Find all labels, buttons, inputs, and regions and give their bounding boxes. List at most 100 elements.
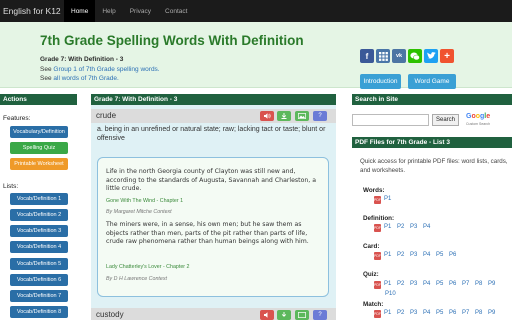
context-source-link[interactable]: Gone With The Wind - Chapter 1 xyxy=(106,198,183,204)
pdf-link[interactable]: P6 xyxy=(449,252,459,260)
image-icon[interactable] xyxy=(295,111,309,121)
word-list: crude ? a. being in an unrefined or natu… xyxy=(91,105,336,320)
list-button-8[interactable]: Vocab/Definition 8 xyxy=(10,306,68,318)
facebook-icon[interactable]: f xyxy=(360,49,374,63)
list-button-4[interactable]: Vocab/Definition 4 xyxy=(10,241,68,253)
pdf-link[interactable]: P1 xyxy=(384,252,394,260)
twitter-icon[interactable] xyxy=(424,49,438,63)
pdf-link[interactable]: P9 xyxy=(488,281,498,289)
definition-text: a. being in an unrefined or natural stat… xyxy=(97,126,326,142)
context-box: Life in the north Georgia county of Clay… xyxy=(97,157,329,297)
context-sentence: Life in the north Georgia county of Clay… xyxy=(106,168,317,192)
pdf-link[interactable]: P2 xyxy=(397,252,407,260)
pdf-icon: PDF xyxy=(374,224,381,232)
header: 7th Grade Spelling Words With Definition… xyxy=(0,22,512,89)
help-icon[interactable]: ? xyxy=(313,310,327,320)
pdf-link[interactable]: P9 xyxy=(488,310,498,318)
nav-help[interactable]: Help xyxy=(95,0,122,22)
pdf-link[interactable]: P1 xyxy=(384,196,394,204)
spelling-quiz-button[interactable]: Spelling Quiz xyxy=(10,142,68,154)
list-button-7[interactable]: Vocab/Definition 7 xyxy=(10,290,68,302)
google-custom-search-label: Custom Search xyxy=(466,122,491,126)
grid-icon[interactable] xyxy=(376,49,390,63)
audio-icon[interactable] xyxy=(260,310,274,320)
word-text: crude xyxy=(96,111,117,120)
search-input[interactable] xyxy=(352,114,429,126)
search-title: Search in Site xyxy=(352,94,512,105)
pdf-links: PDF P1 P2 P3 P4 P5 P6 P7 P8 P9 xyxy=(374,310,498,318)
see-group-line: See Group 1 of 7th Grade spelling words. xyxy=(40,66,160,73)
all-words-link[interactable]: all words of 7th Grade. xyxy=(53,75,118,82)
nav-contact[interactable]: Contact xyxy=(158,0,194,22)
help-icon[interactable]: ? xyxy=(313,111,327,121)
features-label: Features: xyxy=(3,115,31,122)
pdf-link[interactable]: P8 xyxy=(475,281,485,289)
pdf-link[interactable]: P3 xyxy=(410,224,420,232)
audio-icon[interactable] xyxy=(260,111,274,121)
pdf-icon: PDF xyxy=(374,281,381,289)
download-icon[interactable] xyxy=(277,310,291,320)
pdf-icon: PDF xyxy=(374,196,381,204)
wechat-icon[interactable] xyxy=(408,49,422,63)
introduction-button[interactable]: Introduction xyxy=(360,74,401,89)
google-logo: Google xyxy=(466,113,491,120)
list-button-2[interactable]: Vocab/Definition 2 xyxy=(10,209,68,221)
pdf-link[interactable]: P8 xyxy=(475,310,485,318)
pdf-link[interactable]: P6 xyxy=(449,310,459,318)
category-label: Words: xyxy=(363,187,385,194)
pdf-link[interactable]: P1 xyxy=(384,310,394,318)
search-button[interactable]: Search xyxy=(432,114,459,126)
pdf-link[interactable]: P5 xyxy=(436,281,446,289)
pdf-link[interactable]: P2 xyxy=(397,310,407,318)
context-sentence: The miners were, in a sense, his own men… xyxy=(106,221,309,245)
middle-title: Grade 7: With Definition - 3 xyxy=(91,94,336,105)
group-link[interactable]: Group 1 of 7th Grade spelling words. xyxy=(53,66,159,73)
pdf-link[interactable]: P2 xyxy=(397,281,407,289)
pdf-link[interactable]: P7 xyxy=(462,310,472,318)
pdf-links: PDF P1 P2 P3 P4 P5 P6 xyxy=(374,252,459,260)
word-header: custody ? xyxy=(91,308,336,320)
pdf-link[interactable]: P7 xyxy=(462,281,472,289)
vocabulary-definition-button[interactable]: Vocabulary/Definition xyxy=(10,126,68,138)
pdf-link[interactable]: P4 xyxy=(423,224,433,232)
nav-privacy[interactable]: Privacy xyxy=(123,0,158,22)
brand-link[interactable]: English for K12 xyxy=(0,6,64,16)
list-button-1[interactable]: Vocab/Definition 1 xyxy=(10,193,68,205)
context-source-link[interactable]: Lady Chatterley's Lover - Chapter 2 xyxy=(106,264,189,270)
download-icon[interactable] xyxy=(277,111,291,121)
pdf-link[interactable]: P3 xyxy=(410,252,420,260)
pdf-link[interactable]: P10 xyxy=(385,291,396,297)
context-author: By D H Lawrence Context xyxy=(106,276,167,282)
nav-home[interactable]: Home xyxy=(64,0,96,22)
pdf-link[interactable]: P4 xyxy=(423,252,433,260)
pdf-link[interactable]: P4 xyxy=(423,281,433,289)
navbar: English for K12 Home Help Privacy Contac… xyxy=(0,0,512,22)
category-label: Definition: xyxy=(363,215,395,222)
plus-icon[interactable]: + xyxy=(440,49,454,63)
pdf-link[interactable]: P4 xyxy=(423,310,433,318)
pdf-link[interactable]: P1 xyxy=(384,224,394,232)
pdf-link[interactable]: P5 xyxy=(436,252,446,260)
actions-title: Actions xyxy=(0,94,77,105)
vk-icon[interactable]: vk xyxy=(392,49,406,63)
pdf-link[interactable]: P3 xyxy=(410,281,420,289)
pdf-link[interactable]: P1 xyxy=(384,281,394,289)
pdf-link[interactable]: P2 xyxy=(397,224,407,232)
pdf-links: PDF P1 P2 P3 P4 xyxy=(374,224,433,232)
pdf-links: PDF P1 xyxy=(374,196,394,204)
word-header: crude ? xyxy=(91,109,336,123)
pdf-link[interactable]: P3 xyxy=(410,310,420,318)
list-button-6[interactable]: Vocab/Definition 6 xyxy=(10,274,68,286)
word-game-button[interactable]: Word Game xyxy=(408,74,456,89)
see-all-line: See all words of 7th Grade. xyxy=(40,75,119,82)
pdf-link[interactable]: P6 xyxy=(449,281,459,289)
pdf-intro: Quick access for printable PDF files: wo… xyxy=(360,158,508,174)
list-button-5[interactable]: Vocab/Definition 5 xyxy=(10,258,68,270)
image-icon[interactable] xyxy=(295,310,309,320)
lists-label: Lists: xyxy=(3,183,19,190)
pdf-link[interactable]: P5 xyxy=(436,310,446,318)
pdf-links: P10 xyxy=(385,291,396,297)
printable-worksheet-button[interactable]: Printable Worksheet xyxy=(10,158,68,170)
pdf-icon: PDF xyxy=(374,310,381,318)
list-button-3[interactable]: Vocab/Definition 3 xyxy=(10,225,68,237)
